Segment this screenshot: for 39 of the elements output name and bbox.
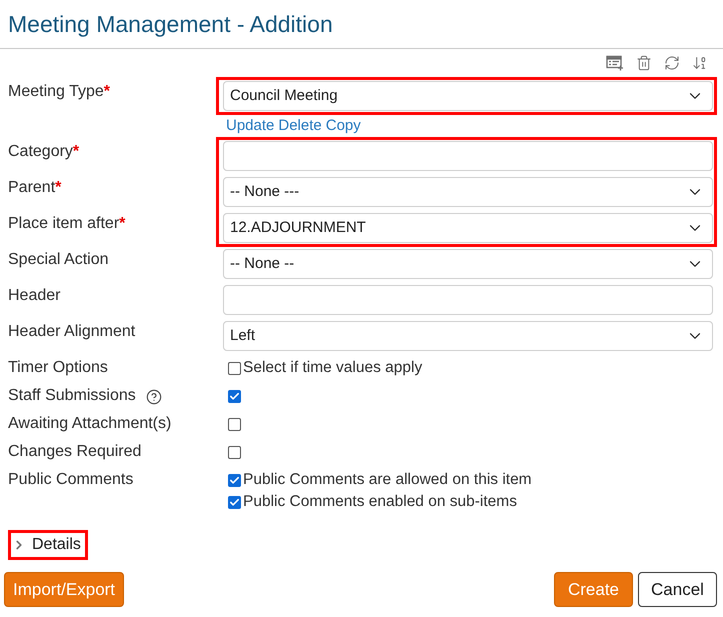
- list-add-icon[interactable]: [606, 55, 624, 71]
- checkbox[interactable]: [228, 418, 241, 430]
- trash-icon[interactable]: [636, 55, 652, 71]
- details-toggle[interactable]: Details: [12, 533, 81, 557]
- text-field[interactable]: [223, 285, 713, 315]
- page-title: Meeting Management - Addition: [8, 10, 333, 39]
- field-label: Staff Submissions: [8, 386, 136, 406]
- help-icon[interactable]: [146, 389, 162, 405]
- select-field[interactable]: Left: [223, 321, 713, 351]
- checkbox[interactable]: [228, 474, 241, 486]
- field-label: Public Comments: [8, 470, 134, 490]
- field-label: Meeting Type*: [8, 82, 110, 102]
- field-label: Changes Required: [8, 442, 142, 462]
- checkbox[interactable]: [228, 446, 241, 458]
- checkbox-label: Select if time values apply: [243, 358, 422, 378]
- select-field[interactable]: 12.ADJOURNMENT: [223, 213, 713, 243]
- checkbox-label: Public Comments enabled on sub-items: [243, 492, 517, 512]
- field-label: Category*: [8, 142, 80, 162]
- checkbox-label: Public Comments are allowed on this item: [243, 470, 532, 490]
- field-label: Parent*: [8, 178, 62, 198]
- select-field[interactable]: Council Meeting: [223, 81, 713, 111]
- checkbox[interactable]: [228, 390, 241, 402]
- action-link[interactable]: Delete: [278, 117, 322, 135]
- text-field[interactable]: [223, 141, 713, 171]
- select-field[interactable]: -- None ---: [223, 177, 713, 207]
- field-label: Timer Options: [8, 358, 108, 378]
- checkbox[interactable]: [228, 496, 241, 508]
- field-label: Special Action: [8, 250, 109, 270]
- action-button[interactable]: Cancel: [638, 572, 717, 607]
- action-link[interactable]: Update: [226, 117, 274, 135]
- checkbox[interactable]: [228, 362, 241, 374]
- field-label: Place item after*: [8, 214, 126, 234]
- action-link[interactable]: Copy: [326, 117, 361, 135]
- field-label: Header Alignment: [8, 322, 136, 342]
- field-label: Awaiting Attachment(s): [8, 414, 172, 434]
- refresh-icon[interactable]: [664, 55, 680, 71]
- select-field[interactable]: -- None --: [223, 249, 713, 279]
- sort-icon[interactable]: [692, 55, 708, 71]
- field-label: Header: [8, 286, 60, 306]
